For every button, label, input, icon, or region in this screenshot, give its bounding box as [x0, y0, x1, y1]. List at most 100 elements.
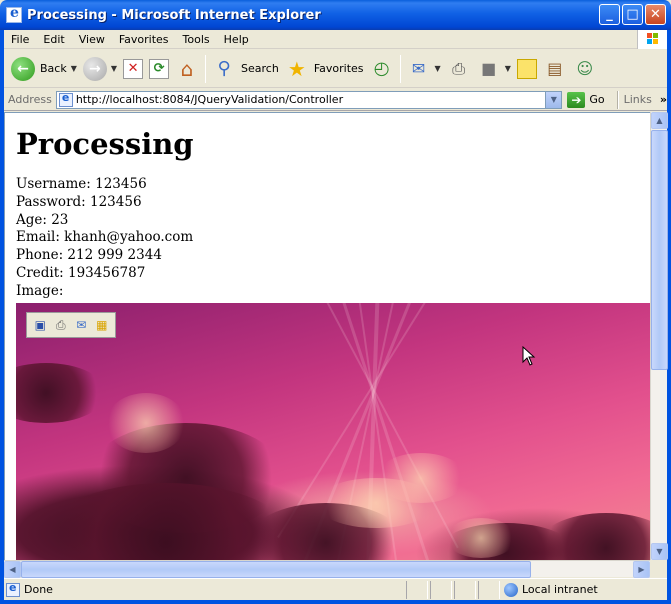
address-bar: Address http://localhost:8084/JQueryVali… [4, 89, 667, 111]
minimize-button[interactable]: _ [599, 4, 620, 25]
refresh-icon: ⟳ [149, 58, 170, 79]
back-button[interactable]: ← Back ▼ [8, 53, 80, 85]
edit-icon: ■ [481, 59, 497, 78]
title-bar: Processing - Microsoft Internet Explorer… [0, 0, 671, 30]
status-bar: Done Local intranet [4, 578, 667, 600]
scroll-up-icon[interactable]: ▲ [651, 112, 668, 129]
print-icon: ⎙ [55, 317, 66, 332]
minimize-icon: _ [606, 7, 613, 22]
folder-icon: ▦ [96, 318, 108, 332]
print-icon: ⎙ [452, 58, 466, 78]
search-label: Search [241, 62, 279, 75]
star-icon: ★ [287, 56, 306, 81]
links-label[interactable]: Links [624, 93, 652, 106]
back-label: Back [40, 62, 67, 75]
stop-icon: ✕ [123, 58, 144, 79]
menu-bar: File Edit View Favorites Tools Help [4, 30, 667, 49]
username-line: Username: 123456 [16, 176, 147, 192]
menu-favorites[interactable]: Favorites [112, 33, 176, 46]
zone-label: Local intranet [522, 583, 598, 596]
address-dropdown-icon[interactable]: ▼ [545, 91, 562, 108]
save-icon: ▣ [34, 318, 46, 332]
age-line: Age: 23 [16, 211, 69, 228]
page-icon [58, 91, 73, 107]
address-url[interactable]: http://localhost:8084/JQueryValidation/C… [76, 93, 343, 106]
windows-logo [637, 30, 667, 49]
mail-dropdown-icon[interactable]: ▼ [435, 64, 441, 73]
mail-icon: ✉ [76, 318, 87, 332]
menu-edit[interactable]: Edit [36, 33, 71, 46]
close-icon: ✕ [650, 7, 661, 22]
back-dropdown-icon[interactable]: ▼ [71, 64, 77, 73]
page-viewport: Processing Username: 123456 Password: 12… [4, 112, 650, 560]
menu-view[interactable]: View [72, 33, 112, 46]
research-button[interactable]: ▤ [540, 53, 570, 85]
status-pane [478, 580, 500, 599]
email-line: Email: khanh@yahoo.com [16, 229, 194, 246]
scroll-right-icon[interactable]: ▶ [633, 561, 650, 578]
menu-file[interactable]: File [4, 33, 36, 46]
status-pane [454, 580, 476, 599]
scroll-down-icon[interactable]: ▼ [651, 543, 668, 560]
address-input[interactable]: http://localhost:8084/JQueryValidation/C… [55, 90, 563, 109]
standard-toolbar: ← Back ▼ → ▼ ✕ ⟳ ⌂ ⚲ Search ★ Favorites … [4, 50, 667, 88]
page-content: Processing Username: 123456 Password: 12… [16, 126, 194, 301]
window-frame-bottom [0, 600, 671, 604]
home-button[interactable]: ⌂ [172, 53, 202, 85]
page-title: Processing [16, 127, 194, 161]
credit-line: Credit: 193456787 [16, 264, 146, 281]
scrollbar-corner [650, 560, 667, 577]
links-separator [616, 90, 619, 109]
mail-icon: ✉ [411, 59, 426, 78]
go-label: Go [589, 93, 605, 106]
window-title: Processing - Microsoft Internet Explorer [27, 7, 321, 23]
ie-icon [6, 5, 22, 23]
close-button[interactable]: ✕ [645, 4, 666, 25]
security-zone: Local intranet [504, 582, 598, 597]
print-button[interactable]: ⎙ [444, 53, 474, 85]
vertical-scrollbar[interactable]: ▲ ▼ [650, 112, 668, 560]
image-label: Image: [16, 282, 64, 299]
intranet-globe-icon [504, 582, 518, 597]
refresh-button[interactable]: ⟳ [146, 53, 172, 85]
back-arrow-icon: ← [11, 56, 35, 81]
toolbar-separator [399, 54, 401, 83]
save-image-button[interactable]: ▣ [32, 317, 49, 334]
windows-flag-icon [647, 33, 659, 45]
maximize-button[interactable]: □ [622, 4, 643, 25]
menu-help[interactable]: Help [217, 33, 256, 46]
status-text: Done [24, 583, 53, 596]
email-image-button[interactable]: ✉ [73, 317, 90, 334]
messenger-button[interactable]: ☺ [570, 53, 600, 85]
vertical-scroll-thumb[interactable] [651, 130, 668, 370]
stop-button[interactable]: ✕ [120, 53, 146, 85]
sky-image: ▣ ⎙ ✉ ▦ [16, 303, 650, 560]
mail-button[interactable]: ✉ ▼ [404, 53, 444, 85]
go-button[interactable]: ➔ Go [567, 91, 605, 108]
edit-dropdown-icon[interactable]: ▼ [505, 64, 511, 73]
forward-dropdown-icon[interactable]: ▼ [111, 64, 117, 73]
horizontal-scroll-thumb[interactable] [21, 561, 531, 578]
edit-button[interactable]: ■ ▼ [474, 53, 514, 85]
search-button[interactable]: ⚲ Search [209, 53, 282, 85]
messenger-icon: ☺ [576, 59, 594, 78]
toolbar-separator [205, 54, 207, 83]
discuss-button[interactable] [514, 53, 540, 85]
search-icon: ⚲ [217, 58, 231, 79]
status-pane [406, 580, 428, 599]
my-pictures-button[interactable]: ▦ [93, 317, 110, 334]
scroll-left-icon[interactable]: ◀ [4, 561, 21, 578]
forward-button[interactable]: → ▼ [80, 53, 120, 85]
password-line: Password: 123456 [16, 193, 142, 210]
print-image-button[interactable]: ⎙ [52, 317, 69, 334]
phone-line: Phone: 212 999 2344 [16, 247, 162, 264]
mouse-cursor-icon [522, 346, 536, 366]
links-chevron-icon[interactable]: » [660, 93, 667, 106]
menu-tools[interactable]: Tools [176, 33, 217, 46]
favorites-button[interactable]: ★ Favorites [282, 53, 367, 85]
horizontal-scrollbar[interactable]: ◀ ▶ [4, 560, 650, 578]
address-label: Address [8, 93, 52, 106]
note-icon [516, 58, 537, 79]
status-pane [430, 580, 452, 599]
history-button[interactable]: ◴ [367, 53, 397, 85]
